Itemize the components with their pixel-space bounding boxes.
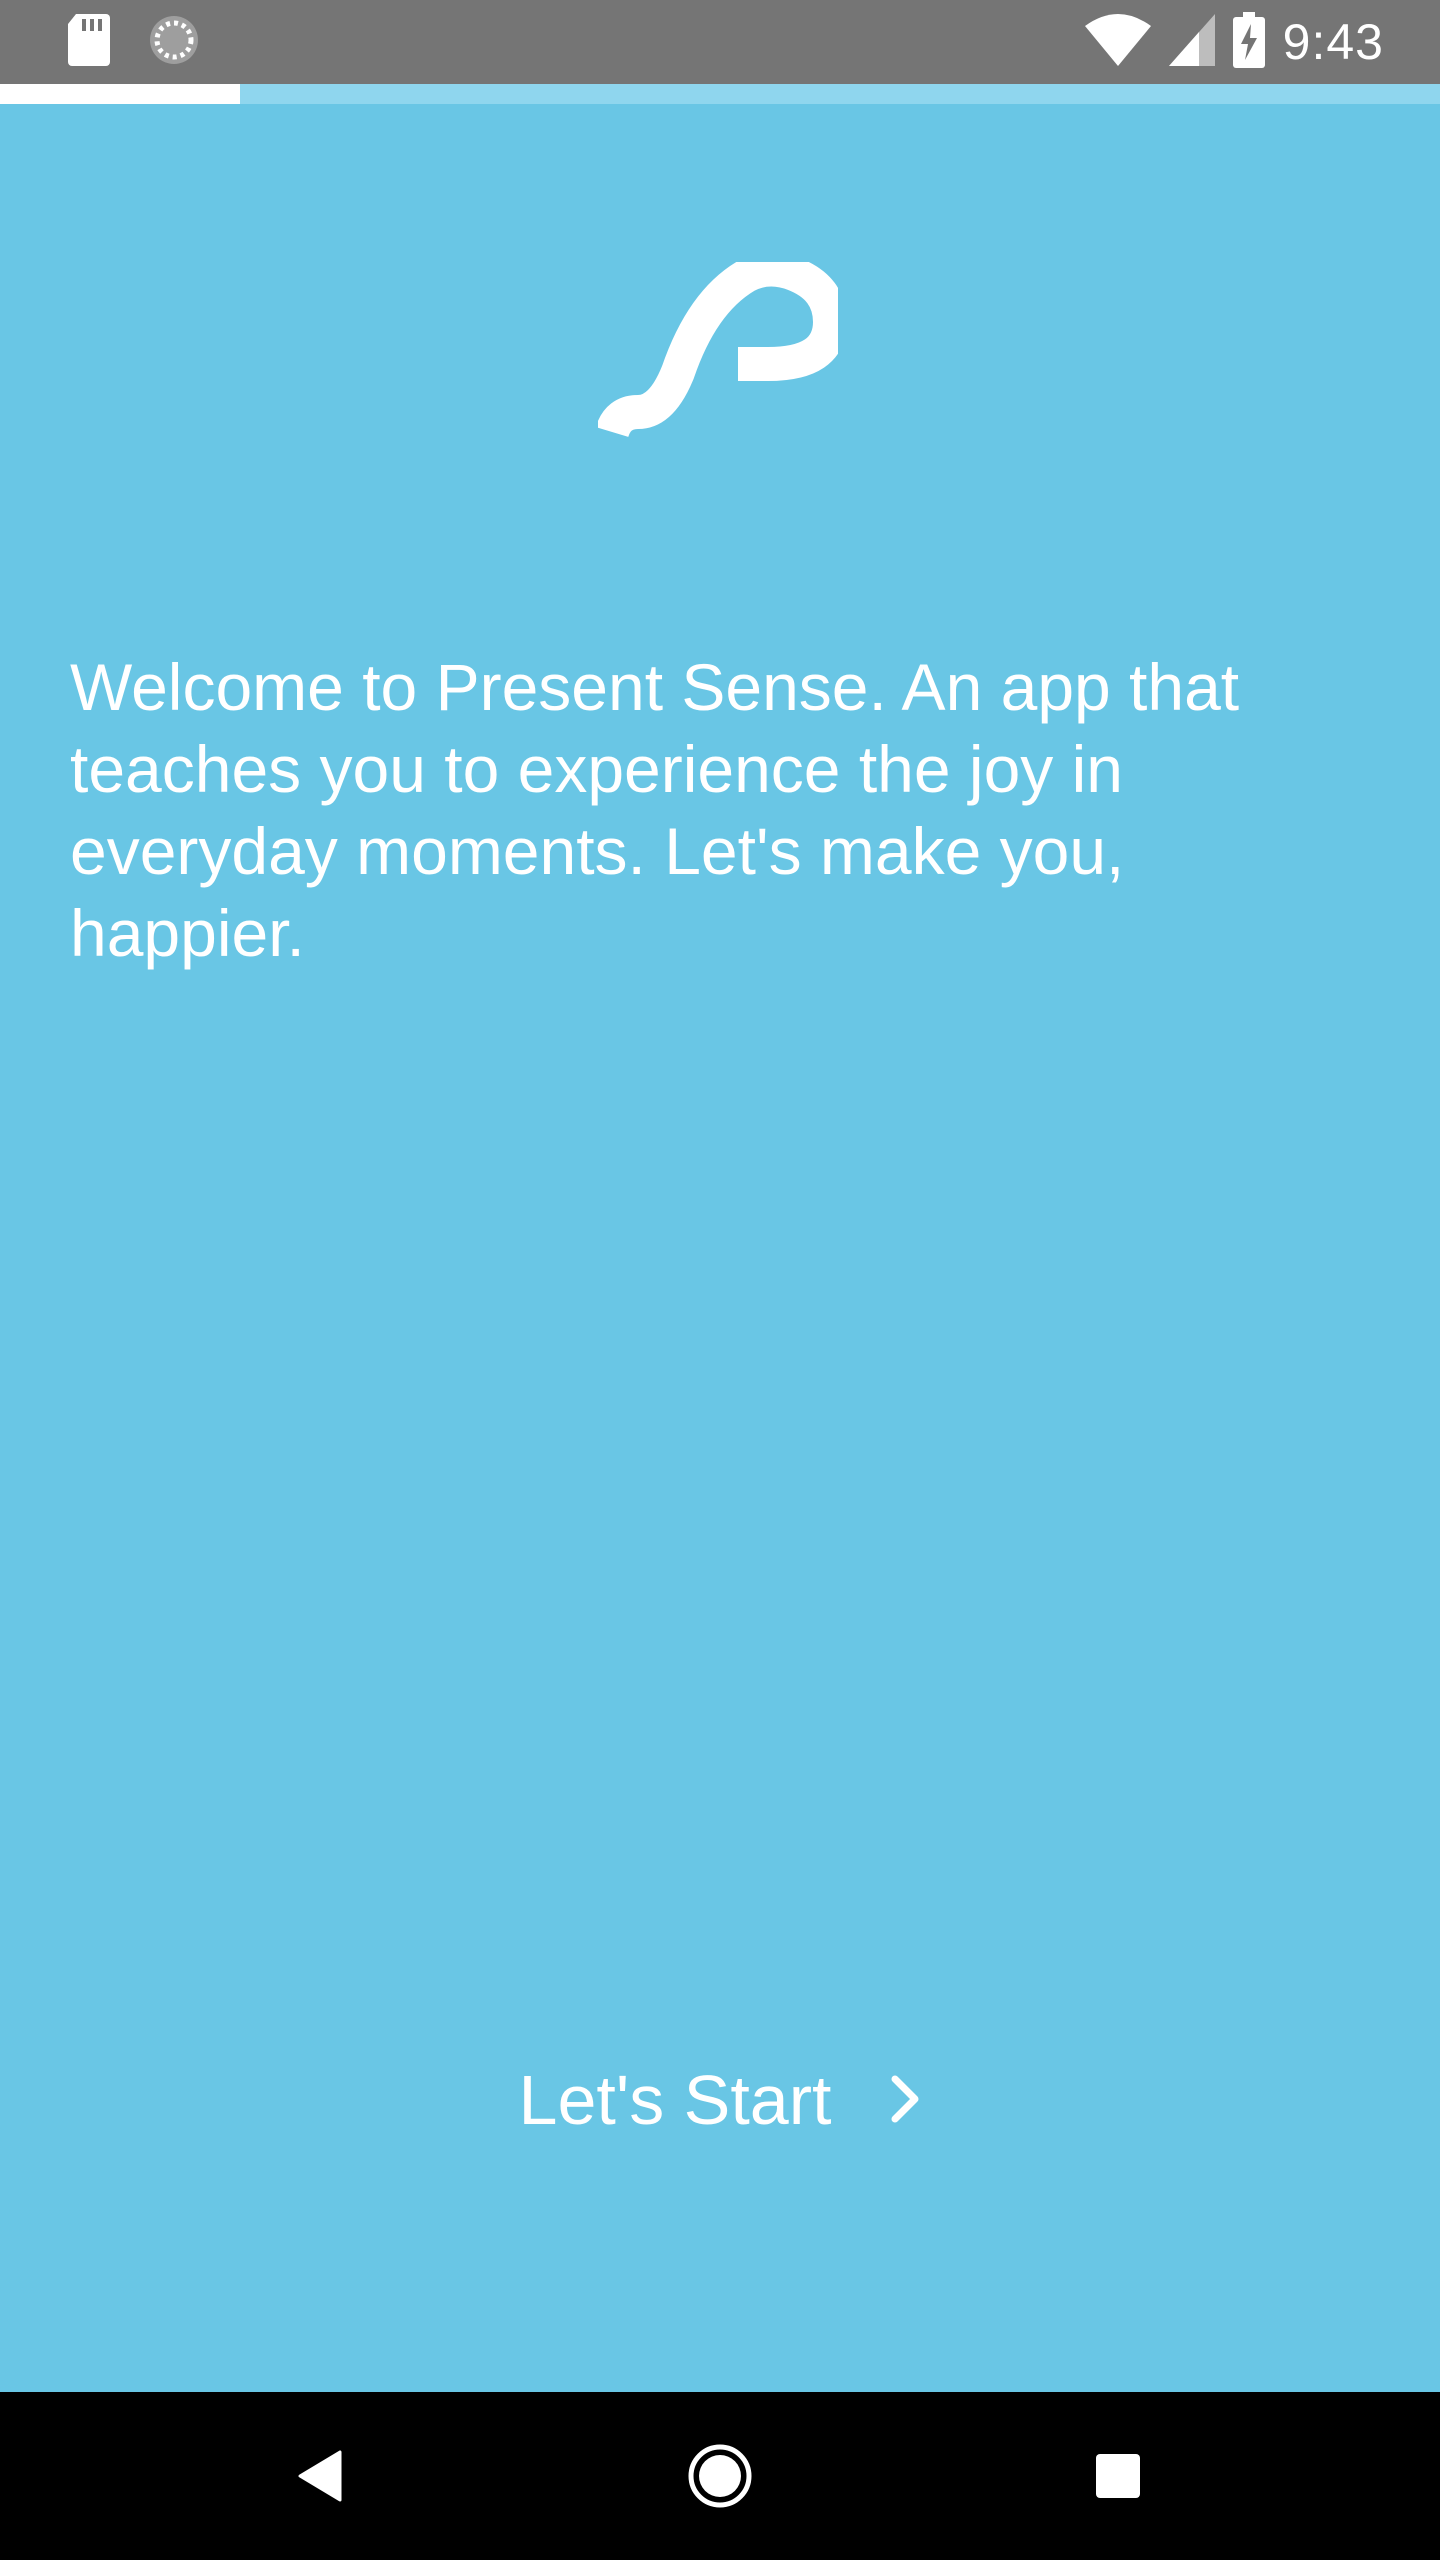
- navigation-bar: [0, 2392, 1440, 2560]
- status-bar: 9:43: [0, 0, 1440, 84]
- welcome-screen: 9:43 Welcome to Present Sense. An app th…: [0, 0, 1440, 2560]
- recents-icon[interactable]: [1038, 2392, 1198, 2560]
- chevron-right-icon: [891, 2075, 921, 2126]
- signal-icon: [1168, 13, 1215, 71]
- sd-card-icon: [68, 13, 110, 71]
- battery-charging-icon: [1232, 11, 1265, 73]
- lets-start-label: Let's Start: [518, 2061, 832, 2139]
- wifi-icon: [1084, 13, 1151, 71]
- welcome-message: Welcome to Present Sense. An app that te…: [70, 650, 1240, 970]
- status-time: 9:43: [1282, 14, 1384, 70]
- home-icon[interactable]: [640, 2392, 800, 2560]
- present-sense-logo-icon: [595, 252, 847, 452]
- back-icon[interactable]: [240, 2392, 400, 2560]
- onboarding-progress: [0, 84, 1440, 104]
- progress-fill: [0, 84, 241, 104]
- sync-icon: [148, 14, 200, 71]
- lets-start-button[interactable]: Let's Start: [470, 2045, 970, 2155]
